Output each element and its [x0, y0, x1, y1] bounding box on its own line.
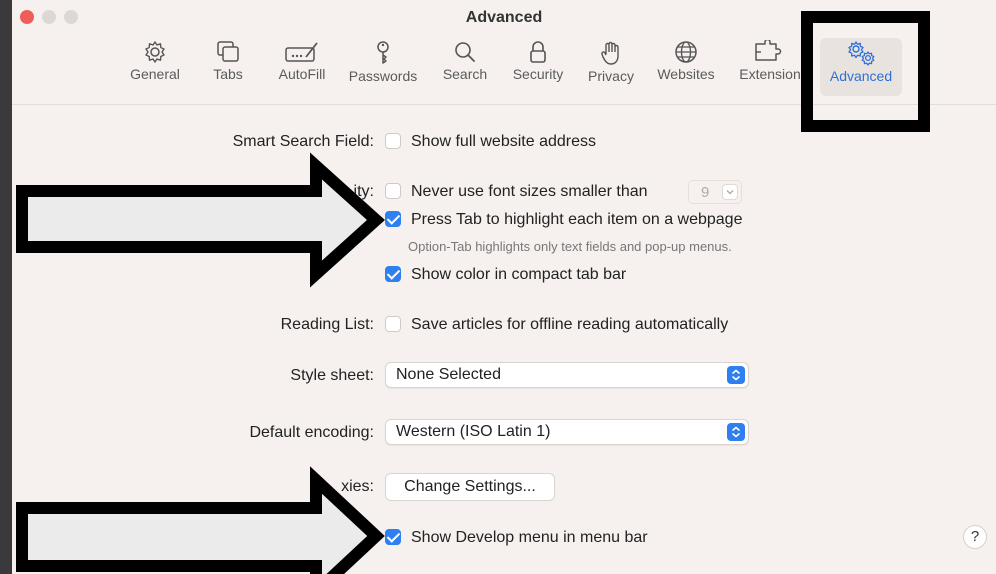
tab-passwords[interactable]: Passwords: [344, 38, 422, 96]
style-sheet-select[interactable]: None Selected: [385, 362, 749, 388]
accessibility-label: ity:: [353, 183, 374, 200]
tab-general[interactable]: General: [126, 38, 184, 96]
tab-autofill[interactable]: AutoFill: [272, 38, 332, 96]
tab-label: Extension: [739, 66, 801, 82]
style-sheet-value: None Selected: [396, 366, 501, 383]
lock-icon: [530, 41, 546, 63]
show-develop-menu-checkbox[interactable]: [385, 529, 401, 545]
chevron-down-icon: [722, 184, 738, 200]
tab-label: Advanced: [829, 68, 893, 84]
tab-advanced[interactable]: Advanced: [820, 38, 902, 96]
tab-label: Security: [512, 66, 564, 82]
never-font-size-checkbox[interactable]: [385, 183, 401, 199]
safari-settings-window: Advanced General Tabs AutoFill Passwords: [12, 0, 996, 574]
press-tab-text: Press Tab to highlight each item on a we…: [411, 211, 743, 228]
preferences-toolbar: General Tabs AutoFill Passwords Search S…: [12, 38, 996, 98]
show-full-address-checkbox[interactable]: [385, 133, 401, 149]
never-font-size-text: Never use font sizes smaller than: [411, 183, 648, 200]
save-offline-text: Save articles for offline reading automa…: [411, 316, 729, 333]
smart-search-label: Smart Search Field:: [232, 133, 374, 150]
tab-label: AutoFill: [278, 66, 326, 82]
show-color-checkbox[interactable]: [385, 266, 401, 282]
show-full-address-text: Show full website address: [411, 133, 596, 150]
tab-label: Passwords: [348, 68, 418, 84]
search-icon: [455, 42, 475, 62]
tab-tabs[interactable]: Tabs: [208, 38, 248, 96]
show-develop-menu-text: Show Develop menu in menu bar: [411, 529, 648, 546]
up-down-chevron-icon: [727, 366, 745, 384]
up-down-chevron-icon: [727, 423, 745, 441]
tab-label: Search: [442, 66, 488, 82]
tab-label: Privacy: [588, 68, 634, 84]
default-encoding-value: Western (ISO Latin 1): [396, 423, 551, 440]
gears-icon: [848, 41, 875, 66]
show-color-text: Show color in compact tab bar: [411, 266, 627, 283]
reading-list-label: Reading List:: [280, 316, 374, 333]
autofill-icon: [285, 42, 318, 62]
style-sheet-label: Style sheet:: [290, 367, 374, 384]
proxies-label: xies:: [341, 478, 374, 495]
help-button[interactable]: ?: [963, 525, 987, 549]
save-offline-checkbox[interactable]: [385, 316, 401, 332]
globe-icon: [675, 41, 697, 63]
press-tab-checkbox[interactable]: [385, 211, 401, 227]
default-encoding-select[interactable]: Western (ISO Latin 1): [385, 419, 749, 445]
hand-icon: [601, 41, 619, 65]
press-tab-hint: Option-Tab highlights only text fields a…: [408, 239, 732, 254]
tab-websites[interactable]: Websites: [654, 38, 718, 96]
font-size-popup[interactable]: 9: [688, 180, 742, 204]
tab-security[interactable]: Security: [507, 38, 569, 96]
font-size-value: 9: [701, 184, 710, 201]
window-title: Advanced: [465, 9, 543, 26]
default-encoding-label: Default encoding:: [249, 424, 374, 441]
gear-icon: [145, 41, 165, 63]
puzzle-icon: [755, 40, 782, 61]
tab-privacy[interactable]: Privacy: [584, 38, 638, 96]
tab-search[interactable]: Search: [439, 38, 491, 96]
tab-extensions[interactable]: Extension: [734, 38, 806, 96]
key-icon: [377, 41, 389, 64]
tab-label: General: [130, 66, 180, 82]
tab-label: Websites: [657, 66, 715, 82]
tabs-icon: [217, 41, 239, 62]
change-settings-button[interactable]: Change Settings...: [385, 473, 555, 501]
tab-label: Tabs: [213, 66, 243, 82]
titlebar: Advanced General Tabs AutoFill Passwords: [12, 0, 996, 105]
